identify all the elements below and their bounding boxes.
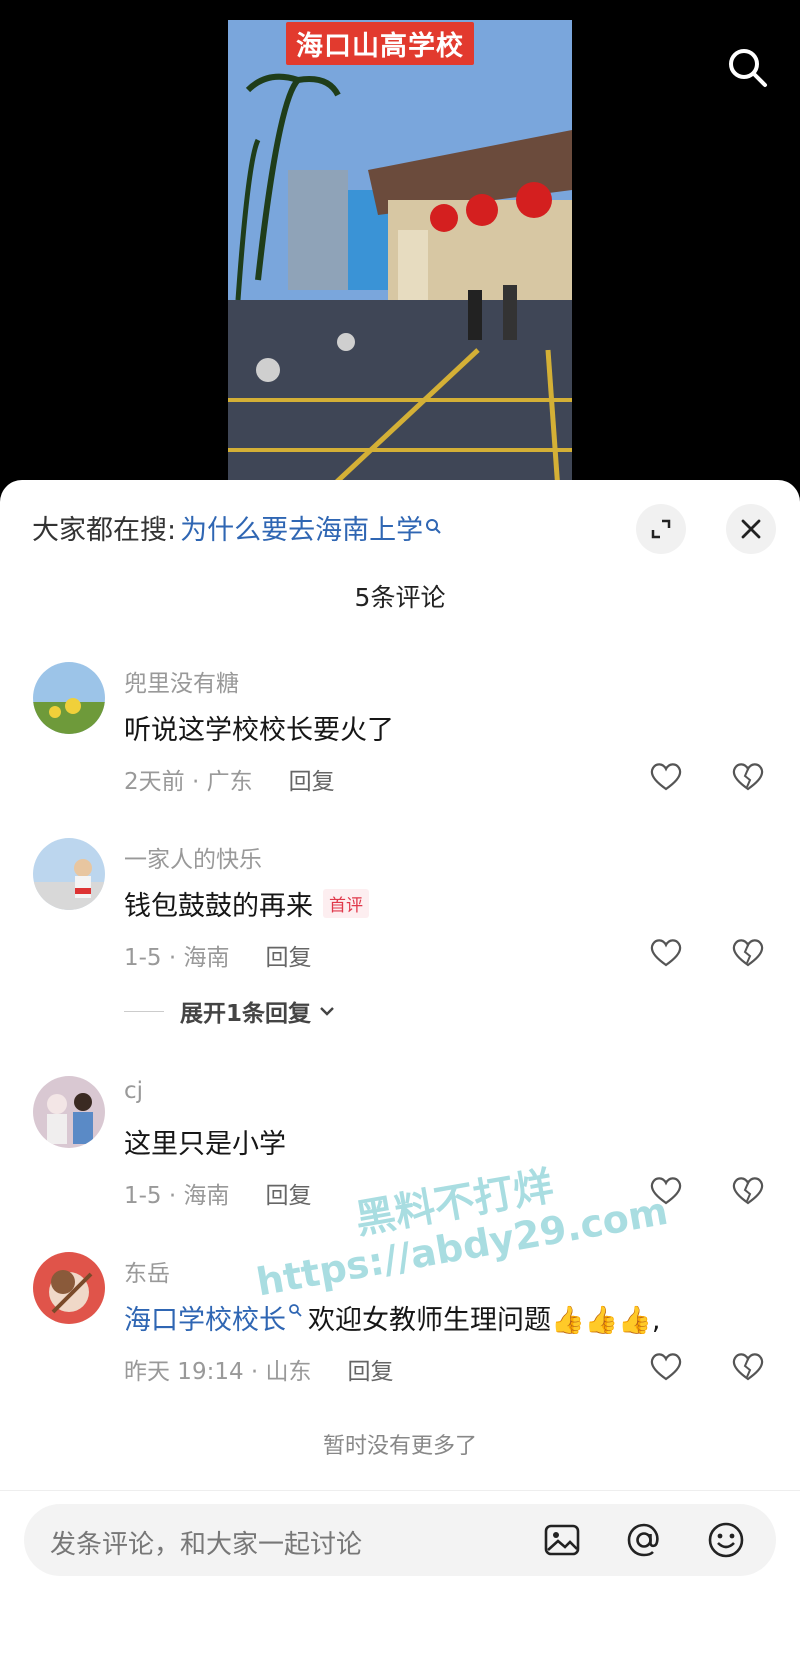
comment-text-body: 欢迎女教师生理问题👍👍👍, bbox=[308, 1305, 661, 1336]
comment-time: 2天前 · 广东 bbox=[124, 769, 253, 795]
heart-icon bbox=[650, 939, 682, 967]
avatar[interactable] bbox=[33, 662, 105, 734]
comment-time: 昨天 19:14 · 山东 bbox=[124, 1359, 312, 1385]
close-button[interactable] bbox=[726, 504, 776, 554]
heart-icon bbox=[650, 763, 682, 791]
avatar[interactable] bbox=[33, 838, 105, 910]
no-more-text: 暂时没有更多了 bbox=[322, 1434, 477, 1459]
search-icon bbox=[729, 49, 767, 87]
reply-button[interactable]: 回复 bbox=[348, 1352, 394, 1386]
fullscreen-button[interactable] bbox=[636, 504, 686, 554]
comment-username[interactable]: 东岳 bbox=[124, 1254, 170, 1288]
comment-text-body: 钱包鼓鼓的再来 bbox=[124, 891, 313, 922]
divider-line bbox=[124, 1010, 164, 1012]
comment-username[interactable]: cj bbox=[124, 1078, 143, 1104]
expand-replies-button[interactable]: 展开1条回复 bbox=[124, 994, 337, 1028]
emoji-icon bbox=[708, 1522, 744, 1558]
video-area[interactable]: 海口山高学校 bbox=[0, 0, 800, 490]
expand-icon bbox=[651, 519, 671, 539]
comment-text-body: 这里只是小学 bbox=[124, 1129, 286, 1160]
at-icon bbox=[627, 1523, 659, 1557]
search-suggestion-prefix: 大家都在搜: bbox=[32, 515, 177, 546]
comment-meta: 2天前 · 广东 回复 bbox=[124, 762, 335, 796]
video-frame[interactable]: 海口山高学校 bbox=[228, 20, 572, 490]
avatar[interactable] bbox=[33, 1252, 105, 1324]
video-scene bbox=[228, 20, 572, 490]
comment-meta: 昨天 19:14 · 山东 回复 bbox=[124, 1352, 394, 1386]
broken-heart-icon bbox=[732, 939, 764, 967]
comment-text: 这里只是小学 bbox=[124, 1122, 286, 1161]
image-button[interactable] bbox=[540, 1518, 584, 1562]
search-button[interactable] bbox=[722, 42, 772, 92]
emoji-button[interactable] bbox=[704, 1518, 748, 1562]
like-button[interactable] bbox=[646, 1346, 686, 1386]
broken-heart-icon bbox=[732, 1177, 764, 1205]
comment-count: 5条评论 bbox=[354, 583, 446, 612]
image-icon bbox=[544, 1524, 580, 1556]
like-button[interactable] bbox=[646, 756, 686, 796]
search-icon bbox=[289, 1303, 302, 1317]
broken-heart-icon bbox=[732, 763, 764, 791]
dislike-button[interactable] bbox=[728, 756, 768, 796]
comment-meta: 1-5 · 海南 回复 bbox=[124, 938, 312, 972]
comment-text-body: 听说这学校校长要火了 bbox=[124, 715, 394, 746]
comment-text: 海口学校校长 欢迎女教师生理问题👍👍👍, bbox=[124, 1298, 660, 1337]
reply-button[interactable]: 回复 bbox=[266, 938, 312, 972]
dislike-button[interactable] bbox=[728, 932, 768, 972]
comment-input-placeholder: 发条评论，和大家一起讨论 bbox=[50, 1530, 363, 1560]
like-button[interactable] bbox=[646, 932, 686, 972]
reply-button[interactable]: 回复 bbox=[289, 762, 335, 796]
comment-meta: 1-5 · 海南 回复 bbox=[124, 1176, 312, 1210]
comment-time: 1-5 · 海南 bbox=[124, 1183, 230, 1209]
heart-icon bbox=[650, 1353, 682, 1381]
search-suggestion[interactable]: 大家都在搜: 为什么要去海南上学 bbox=[32, 508, 443, 547]
comment-username[interactable]: 兜里没有糖 bbox=[124, 664, 239, 698]
dislike-button[interactable] bbox=[728, 1346, 768, 1386]
comment-input[interactable]: 发条评论，和大家一起讨论 bbox=[24, 1504, 776, 1576]
divider bbox=[0, 1490, 800, 1491]
reply-button[interactable]: 回复 bbox=[266, 1176, 312, 1210]
expand-replies-label: 展开1条回复 bbox=[180, 1001, 312, 1027]
comment-text: 听说这学校校长要火了 bbox=[124, 708, 394, 747]
search-icon bbox=[426, 518, 441, 534]
mention-button[interactable] bbox=[622, 1518, 666, 1562]
dislike-button[interactable] bbox=[728, 1170, 768, 1210]
first-comment-badge: 首评 bbox=[323, 889, 369, 918]
comment-time: 1-5 · 海南 bbox=[124, 945, 230, 971]
comment-username[interactable]: 一家人的快乐 bbox=[124, 840, 262, 874]
comment-sheet: 大家都在搜: 为什么要去海南上学 5条评论 兜里没有糖 听说这学校校长要火了 2… bbox=[0, 480, 800, 1658]
avatar[interactable] bbox=[33, 1076, 105, 1148]
close-icon bbox=[741, 519, 761, 539]
broken-heart-icon bbox=[732, 1353, 764, 1381]
search-suggestion-query[interactable]: 为什么要去海南上学 bbox=[180, 508, 423, 547]
chevron-down-icon bbox=[320, 1007, 334, 1016]
comment-text: 钱包鼓鼓的再来 首评 bbox=[124, 884, 369, 923]
video-title: 海口山高学校 bbox=[286, 22, 474, 65]
